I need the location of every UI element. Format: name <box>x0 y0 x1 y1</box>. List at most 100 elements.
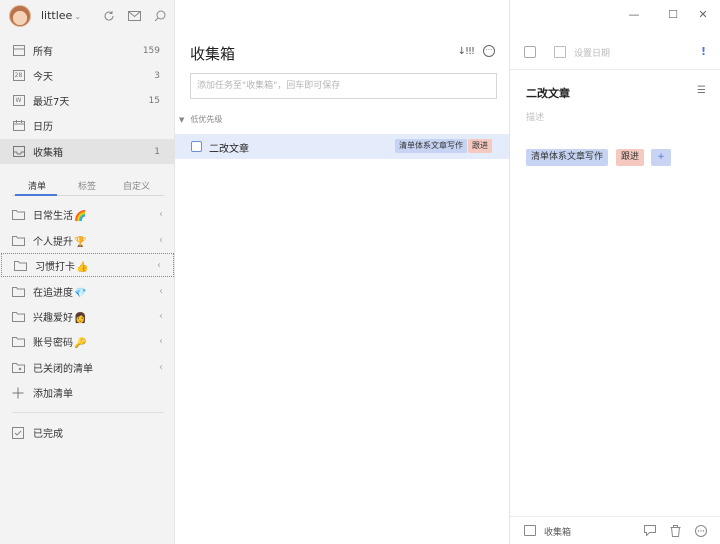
task-tag[interactable]: 跟进 <box>468 139 492 153</box>
list-item-label: 日常生活 <box>33 210 73 222</box>
task-list-pane: 收集箱 ↓!!! ··· ▼ 低优先级 二改文章 清单体系文章写作 跟进 <box>175 0 510 544</box>
sort-priority-button[interactable]: ↓!!! <box>458 46 475 57</box>
folder-icon <box>12 336 25 347</box>
folder-icon <box>12 311 25 322</box>
chevron-left-icon[interactable]: ‹ <box>159 336 163 347</box>
key-icon: 🔑 <box>74 337 87 349</box>
username-label: littlee <box>41 9 73 22</box>
chevron-left-icon[interactable]: ‹ <box>159 286 163 297</box>
priority-flag-icon[interactable]: ! <box>701 45 706 58</box>
sidebar-topbar: littlee ⌄ <box>0 0 175 33</box>
chevron-down-icon: ⌄ <box>74 12 82 21</box>
add-task-input[interactable] <box>190 73 497 99</box>
section-header[interactable]: ▼ 低优先级 <box>179 114 222 125</box>
section-title: 低优先级 <box>190 115 223 124</box>
chevron-left-icon[interactable]: ‹ <box>159 311 163 322</box>
woman-icon: 👩 <box>74 312 87 324</box>
checkbox-checked-icon <box>12 426 25 439</box>
tab-tags[interactable]: 标签 <box>78 179 96 192</box>
sidebar-divider <box>12 412 164 413</box>
more-options-icon[interactable] <box>694 524 707 537</box>
nav-item-today[interactable]: 28 今天 3 <box>0 63 175 88</box>
add-tag-button[interactable]: + <box>651 149 671 166</box>
folder-icon <box>14 260 27 271</box>
tab-active-indicator <box>15 194 57 196</box>
calendar-icon[interactable] <box>554 46 566 58</box>
detail-list-name[interactable]: 收集箱 <box>544 525 571 538</box>
chevron-left-icon[interactable]: ‹ <box>157 260 161 271</box>
plus-icon <box>12 387 25 398</box>
collapse-triangle-icon: ▼ <box>179 116 185 124</box>
more-options-icon[interactable]: ··· <box>483 45 495 57</box>
calendar-28-icon: 28 <box>12 69 25 82</box>
list-item-label: 习惯打卡 <box>35 261 75 273</box>
inbox-tray-icon <box>12 44 25 57</box>
folder-icon <box>12 235 25 246</box>
calendar-icon <box>12 119 25 132</box>
list-item-label: 兴趣爱好 <box>33 312 73 324</box>
list-item[interactable]: 账号密码🔑 ‹ <box>0 329 175 353</box>
completed-item[interactable]: 已完成 <box>0 420 175 444</box>
maximize-icon[interactable]: ☐ <box>666 8 680 21</box>
nav-item-count: 159 <box>142 45 160 56</box>
detail-checkbox[interactable] <box>524 46 536 58</box>
sidebar: littlee ⌄ 所有 159 28 今天 3 W 最近7天 15 日历 收集… <box>0 0 175 544</box>
add-list-label: 添加清单 <box>33 388 73 400</box>
tab-custom[interactable]: 自定义 <box>123 179 150 192</box>
chevron-left-icon[interactable]: ‹ <box>159 209 163 220</box>
detail-tag[interactable]: 跟进 <box>616 149 645 166</box>
comment-icon[interactable] <box>643 524 656 537</box>
sync-icon[interactable] <box>102 9 116 23</box>
list-item[interactable]: 个人提升🏆 ‹ <box>0 228 175 252</box>
nav-item-label: 收集箱 <box>33 148 63 159</box>
list-item[interactable]: 习惯打卡👍 ‹ <box>1 253 174 277</box>
nav-item-inbox[interactable]: 收集箱 1 <box>0 139 175 164</box>
list-item[interactable]: 在追进度💎 ‹ <box>0 279 175 303</box>
nav-item-count: 3 <box>154 70 160 81</box>
nav-item-next-7-days[interactable]: W 最近7天 15 <box>0 88 175 113</box>
nav-item-label: 最近7天 <box>33 97 70 108</box>
list-format-icon[interactable]: ☰ <box>697 85 706 96</box>
completed-label: 已完成 <box>33 428 63 440</box>
detail-bottom-bar: 收集箱 <box>510 516 720 544</box>
closed-lists-item[interactable]: 已关闭的清单 ‹ <box>0 355 175 379</box>
nav-item-label: 日历 <box>33 122 53 133</box>
add-list-button[interactable]: 添加清单 <box>0 380 175 404</box>
list-item[interactable]: 日常生活🌈 ‹ <box>0 202 175 226</box>
list-item[interactable]: 兴趣爱好👩 ‹ <box>0 304 175 328</box>
page-title: 收集箱 <box>190 45 236 63</box>
nav-item-label: 所有 <box>33 47 53 58</box>
chevron-left-icon[interactable]: ‹ <box>159 235 163 246</box>
chevron-left-icon[interactable]: ‹ <box>159 362 163 373</box>
trophy-icon: 🏆 <box>74 236 87 248</box>
description-field[interactable]: 描述 <box>526 110 544 123</box>
avatar[interactable] <box>9 5 31 27</box>
minimize-icon[interactable]: — <box>627 8 641 21</box>
inbox-icon <box>12 145 25 158</box>
tab-lists[interactable]: 清单 <box>28 179 46 192</box>
thumbs-up-icon: 👍 <box>76 261 89 273</box>
nav-item-label: 今天 <box>33 72 53 83</box>
detail-tag[interactable]: 清单体系文章写作 <box>526 149 609 166</box>
nav-item-calendar[interactable]: 日历 <box>0 113 175 138</box>
rainbow-icon: 🌈 <box>74 210 87 222</box>
nav-item-count: 15 <box>148 95 160 106</box>
search-icon[interactable] <box>153 9 167 23</box>
calendar-week-icon: W <box>12 94 25 107</box>
list-item-label: 在追进度 <box>33 287 73 299</box>
task-checkbox[interactable] <box>191 141 202 152</box>
inbox-icon[interactable] <box>524 525 536 536</box>
trash-icon[interactable] <box>669 524 682 537</box>
task-tag[interactable]: 清单体系文章写作 <box>395 139 467 153</box>
detail-title[interactable]: 二改文章 <box>526 85 570 101</box>
gem-icon: 💎 <box>74 287 87 299</box>
list-item-label: 账号密码 <box>33 337 73 349</box>
close-icon[interactable]: ✕ <box>696 8 710 21</box>
nav-item-all[interactable]: 所有 159 <box>0 38 175 63</box>
mail-icon[interactable] <box>127 9 141 23</box>
task-detail-pane: — ☐ ✕ 设置日期 ! 二改文章 ☰ 描述 清单体系文章写作 跟进 + 收集箱 <box>510 0 720 544</box>
task-row[interactable]: 二改文章 清单体系文章写作 跟进 <box>175 134 509 159</box>
set-date-button[interactable]: 设置日期 <box>574 46 610 59</box>
username-menu[interactable]: littlee ⌄ <box>41 9 81 22</box>
folder-icon <box>12 209 25 220</box>
